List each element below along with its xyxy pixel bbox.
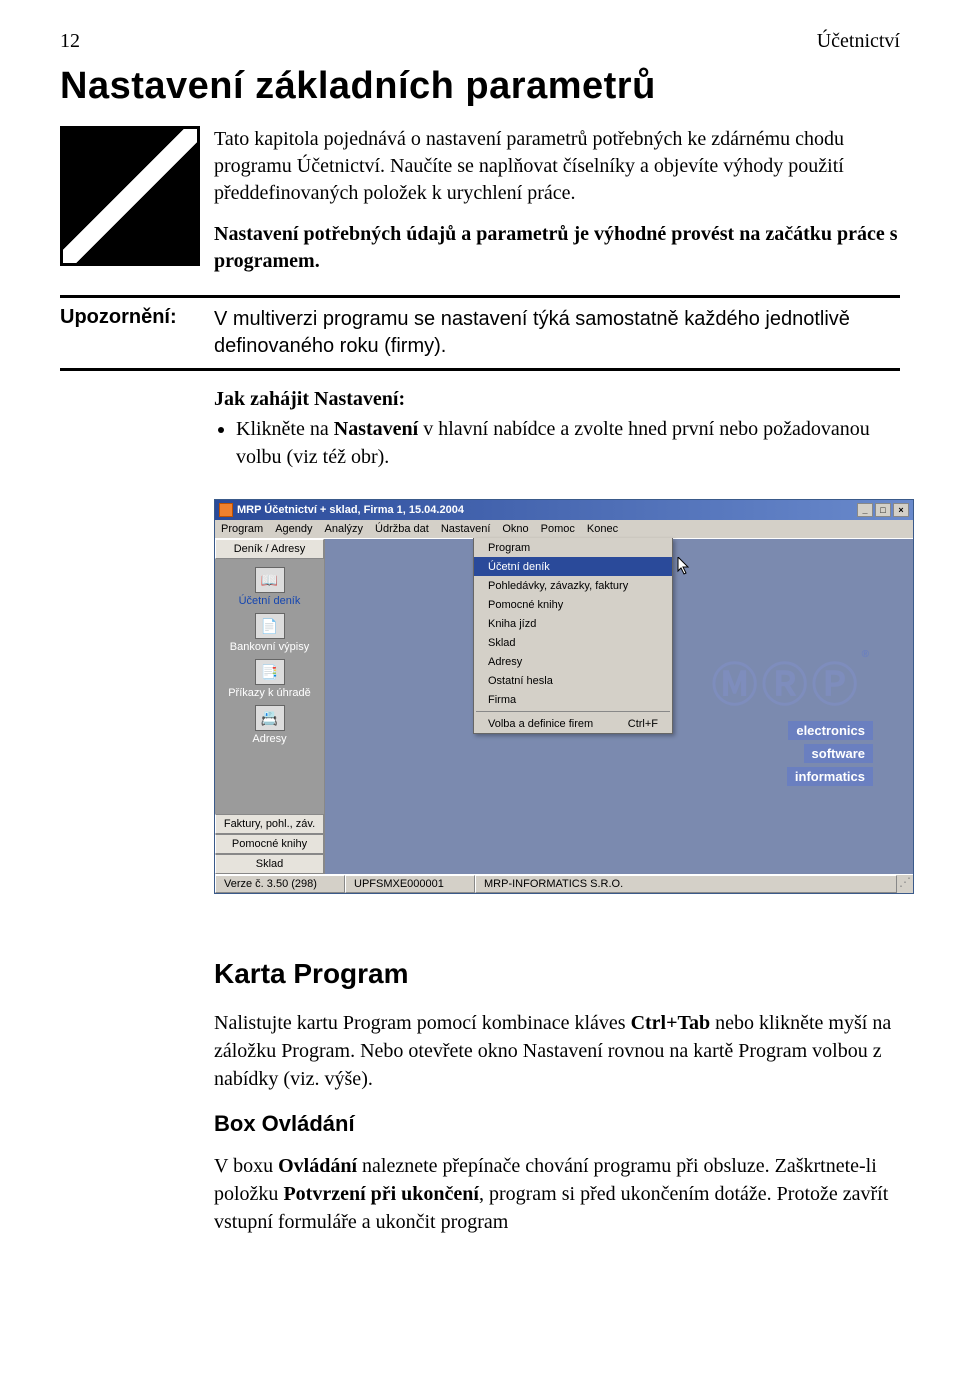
close-button[interactable]: × <box>893 503 909 517</box>
howto-heading: Jak zahájit Nastavení: <box>214 385 900 413</box>
sidebar-item-prikazy[interactable]: 📑 Příkazy k úhradě <box>219 657 320 701</box>
menu-analyzy[interactable]: Analýzy <box>325 523 364 535</box>
sidebar-item-bankovni-vypisy[interactable]: 📄 Bankovní výpisy <box>219 611 320 655</box>
sidebar-tab-sklad[interactable]: Sklad <box>215 854 324 874</box>
intro-paragraph-1: Tato kapitola pojednává o nastavení para… <box>214 126 900 207</box>
dd-volba-definice[interactable]: Volba a definice firemCtrl+F <box>474 714 672 733</box>
howto-bullet: Klikněte na Nastavení v hlavní nabídce a… <box>236 415 900 471</box>
nastaveni-dropdown: Program Účetní deník Pohledávky, závazky… <box>473 538 673 734</box>
menu-agendy[interactable]: Agendy <box>275 523 312 535</box>
menubar: Program Agendy Analýzy Údržba dat Nastav… <box>215 520 913 539</box>
intro-paragraph-2: Nastavení potřebných údajů a parametrů j… <box>214 221 900 275</box>
sidebar-item-ucetni-denik[interactable]: 📖 Účetní deník <box>219 565 320 609</box>
dd-sklad[interactable]: Sklad <box>474 633 672 652</box>
menu-program[interactable]: Program <box>221 523 263 535</box>
dd-pomocne[interactable]: Pomocné knihy <box>474 595 672 614</box>
dd-adresy[interactable]: Adresy <box>474 652 672 671</box>
app-window: MRP Účetnictví + sklad, Firma 1, 15.04.2… <box>214 499 914 894</box>
logo-tag-informatics: informatics <box>787 767 873 786</box>
address-icon: 📇 <box>255 705 285 731</box>
dd-firma[interactable]: Firma <box>474 690 672 709</box>
dd-ostatni[interactable]: Ostatní hesla <box>474 671 672 690</box>
dd-pohledavky[interactable]: Pohledávky, závazky, faktury <box>474 576 672 595</box>
menu-konec[interactable]: Konec <box>587 523 618 535</box>
dd-ucetni-denik[interactable]: Účetní deník <box>474 557 672 576</box>
resize-grip-icon[interactable]: ⋰ <box>897 875 913 893</box>
menu-okno[interactable]: Okno <box>502 523 528 535</box>
statusbar: Verze č. 3.50 (298) UPFSMXE000001 MRP-IN… <box>215 874 913 893</box>
logo-tag-software: software <box>804 744 873 763</box>
menu-nastaveni[interactable]: Nastavení <box>441 523 491 535</box>
cursor-icon <box>677 557 691 575</box>
karta-p2: V boxu Ovládání naleznete přepínače chov… <box>214 1152 900 1236</box>
app-icon <box>219 503 233 517</box>
dd-program[interactable]: Program <box>474 538 672 557</box>
brand-logo: ⓂⓇⓅ® electronics software informatics <box>712 649 873 786</box>
page-title: Nastavení základních parametrů <box>60 65 900 108</box>
maximize-button[interactable]: □ <box>875 503 891 517</box>
note-body: V multiverzi programu se nastavení týká … <box>214 306 900 360</box>
sidebar-tab-pomocne[interactable]: Pomocné knihy <box>215 834 324 854</box>
status-version: Verze č. 3.50 (298) <box>215 875 345 893</box>
logo-tag-electronics: electronics <box>788 721 873 740</box>
menu-udrzba[interactable]: Údržba dat <box>375 523 429 535</box>
document-icon: 📄 <box>255 613 285 639</box>
menu-pomoc[interactable]: Pomoc <box>541 523 575 535</box>
page-number: 12 <box>60 30 80 53</box>
sidebar: Deník / Adresy 📖 Účetní deník 📄 Bankovní… <box>215 539 325 874</box>
dd-separator <box>476 711 670 712</box>
window-title: MRP Účetnictví + sklad, Firma 1, 15.04.2… <box>237 504 857 516</box>
titlebar: MRP Účetnictví + sklad, Firma 1, 15.04.2… <box>215 500 913 520</box>
sidebar-item-adresy[interactable]: 📇 Adresy <box>219 703 320 747</box>
sidebar-tab-faktury[interactable]: Faktury, pohl., záv. <box>215 814 324 834</box>
note-label: Upozornění: <box>60 306 200 360</box>
karta-program-heading: Karta Program <box>214 954 900 993</box>
box-ovladani-heading: Box Ovládání <box>214 1109 900 1140</box>
minimize-button[interactable]: _ <box>857 503 873 517</box>
dd-kniha-jizd[interactable]: Kniha jízd <box>474 614 672 633</box>
status-company: MRP-INFORMATICS S.R.O. <box>475 875 897 893</box>
ledger-icon: 📖 <box>255 567 285 593</box>
order-icon: 📑 <box>255 659 285 685</box>
sidebar-top-tab[interactable]: Deník / Adresy <box>215 539 324 559</box>
section-title: Účetnictví <box>817 30 900 53</box>
hammer-illustration-icon <box>60 126 200 266</box>
karta-p1: Nalistujte kartu Program pomocí kombinac… <box>214 1009 900 1093</box>
status-license: UPFSMXE000001 <box>345 875 475 893</box>
